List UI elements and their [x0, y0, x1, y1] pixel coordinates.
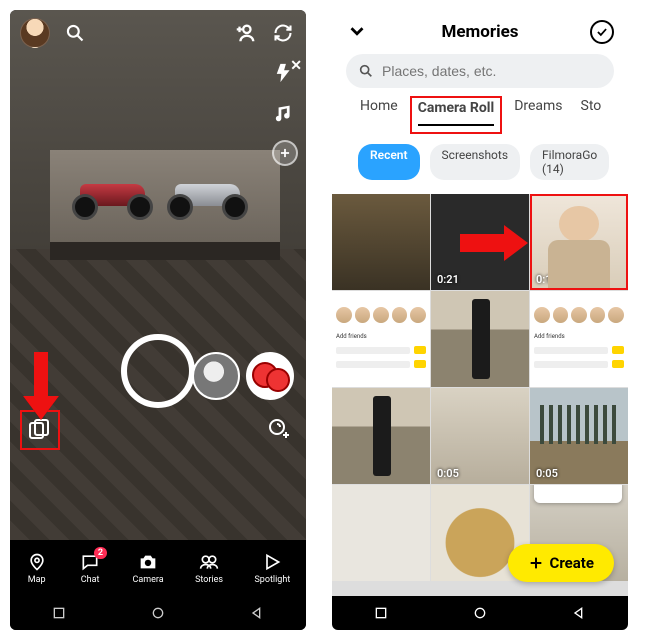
duration-label: 0:21: [437, 273, 459, 286]
chat-bubble-icon: 2: [79, 551, 101, 573]
lens-thumbnail-2[interactable]: [246, 352, 294, 400]
chip-recent[interactable]: Recent: [358, 144, 420, 180]
select-mode-icon[interactable]: [590, 20, 614, 44]
nav-recent-icon[interactable]: [373, 605, 389, 621]
shutter-button[interactable]: [121, 334, 195, 408]
media-thumb[interactable]: [332, 485, 430, 581]
camera-screen: ✕: [10, 10, 306, 630]
filter-chip-row: Recent Screenshots FilmoraGo (14): [346, 134, 614, 190]
tab-camera[interactable]: Camera: [132, 551, 163, 585]
tab-spotlight-label: Spotlight: [254, 575, 290, 585]
media-thumb[interactable]: [332, 388, 430, 484]
bottom-tab-bar: Map 2 Chat Camera Stories Spotlight: [10, 540, 306, 596]
tab-camera-roll[interactable]: Camera Roll: [418, 100, 495, 126]
tab-map-label: Map: [28, 575, 46, 585]
camera-icon: [137, 551, 159, 573]
tab-dreams[interactable]: Dreams: [514, 98, 562, 134]
duration-label: 0:12: [536, 273, 558, 286]
create-button[interactable]: Create: [508, 544, 614, 582]
tab-spotlight[interactable]: Spotlight: [254, 551, 290, 585]
tab-map[interactable]: Map: [26, 551, 48, 585]
add-friend-icon[interactable]: [232, 20, 258, 46]
chat-badge: 2: [94, 547, 107, 559]
flash-icon[interactable]: ✕: [272, 60, 298, 86]
tab-camera-label: Camera: [132, 575, 163, 585]
media-thumb[interactable]: [332, 194, 430, 290]
search-icon[interactable]: [62, 20, 88, 46]
profile-avatar[interactable]: [20, 18, 50, 48]
create-button-label: Create: [550, 554, 594, 572]
duration-label: 0:05: [536, 467, 558, 480]
media-thumb[interactable]: [431, 291, 529, 387]
flip-camera-icon[interactable]: [270, 20, 296, 46]
memories-tab-strip: Home Camera Roll Dreams Sto: [346, 88, 614, 134]
callout-box-camera-roll: Camera Roll: [410, 96, 503, 134]
nav-recent-icon[interactable]: [51, 605, 67, 621]
media-thumb[interactable]: Add friends: [530, 291, 628, 387]
chip-filmorago[interactable]: FilmoraGo (14): [530, 144, 609, 180]
music-icon[interactable]: [272, 100, 298, 126]
tab-chat[interactable]: 2 Chat: [79, 551, 101, 585]
lens-thumbnail-1[interactable]: [192, 352, 240, 400]
nav-home-icon[interactable]: [150, 605, 166, 621]
media-thumb[interactable]: 0:05: [530, 388, 628, 484]
duration-label: 0:05: [437, 467, 459, 480]
system-nav-bar: [10, 596, 306, 630]
tab-stories[interactable]: Stories: [195, 551, 223, 585]
camera-viewport[interactable]: ✕: [10, 10, 306, 540]
tab-stories-label: Stories: [195, 575, 223, 585]
system-nav-bar: [332, 596, 628, 630]
plus-icon: [528, 555, 544, 571]
stories-icon: [198, 551, 220, 573]
nav-home-icon[interactable]: [472, 605, 488, 621]
media-thumb-selected[interactable]: 0:12: [530, 194, 628, 290]
tab-sto[interactable]: Sto: [581, 98, 602, 134]
chevron-down-icon[interactable]: [346, 20, 370, 44]
chip-screenshots[interactable]: Screenshots: [430, 144, 520, 180]
more-tools-plus-icon[interactable]: [272, 140, 298, 166]
search-icon: [358, 63, 374, 79]
media-thumb[interactable]: Add friends: [332, 291, 430, 387]
page-title: Memories: [370, 22, 590, 42]
tab-chat-label: Chat: [81, 575, 100, 585]
media-grid: 0:21 0:12 Add friends Add friends: [332, 194, 628, 596]
search-field[interactable]: [382, 63, 602, 79]
memories-screen: Memories Home Camera Roll Dreams Sto Rec…: [332, 10, 628, 630]
lens-explorer-button[interactable]: [264, 414, 294, 444]
search-input[interactable]: [346, 54, 614, 88]
info-card: [534, 485, 622, 503]
media-thumb[interactable]: 0:05: [431, 388, 529, 484]
nav-back-icon[interactable]: [571, 605, 587, 621]
map-pin-icon: [26, 551, 48, 573]
tab-home[interactable]: Home: [360, 98, 398, 134]
nav-back-icon[interactable]: [249, 605, 265, 621]
spotlight-icon: [261, 551, 283, 573]
